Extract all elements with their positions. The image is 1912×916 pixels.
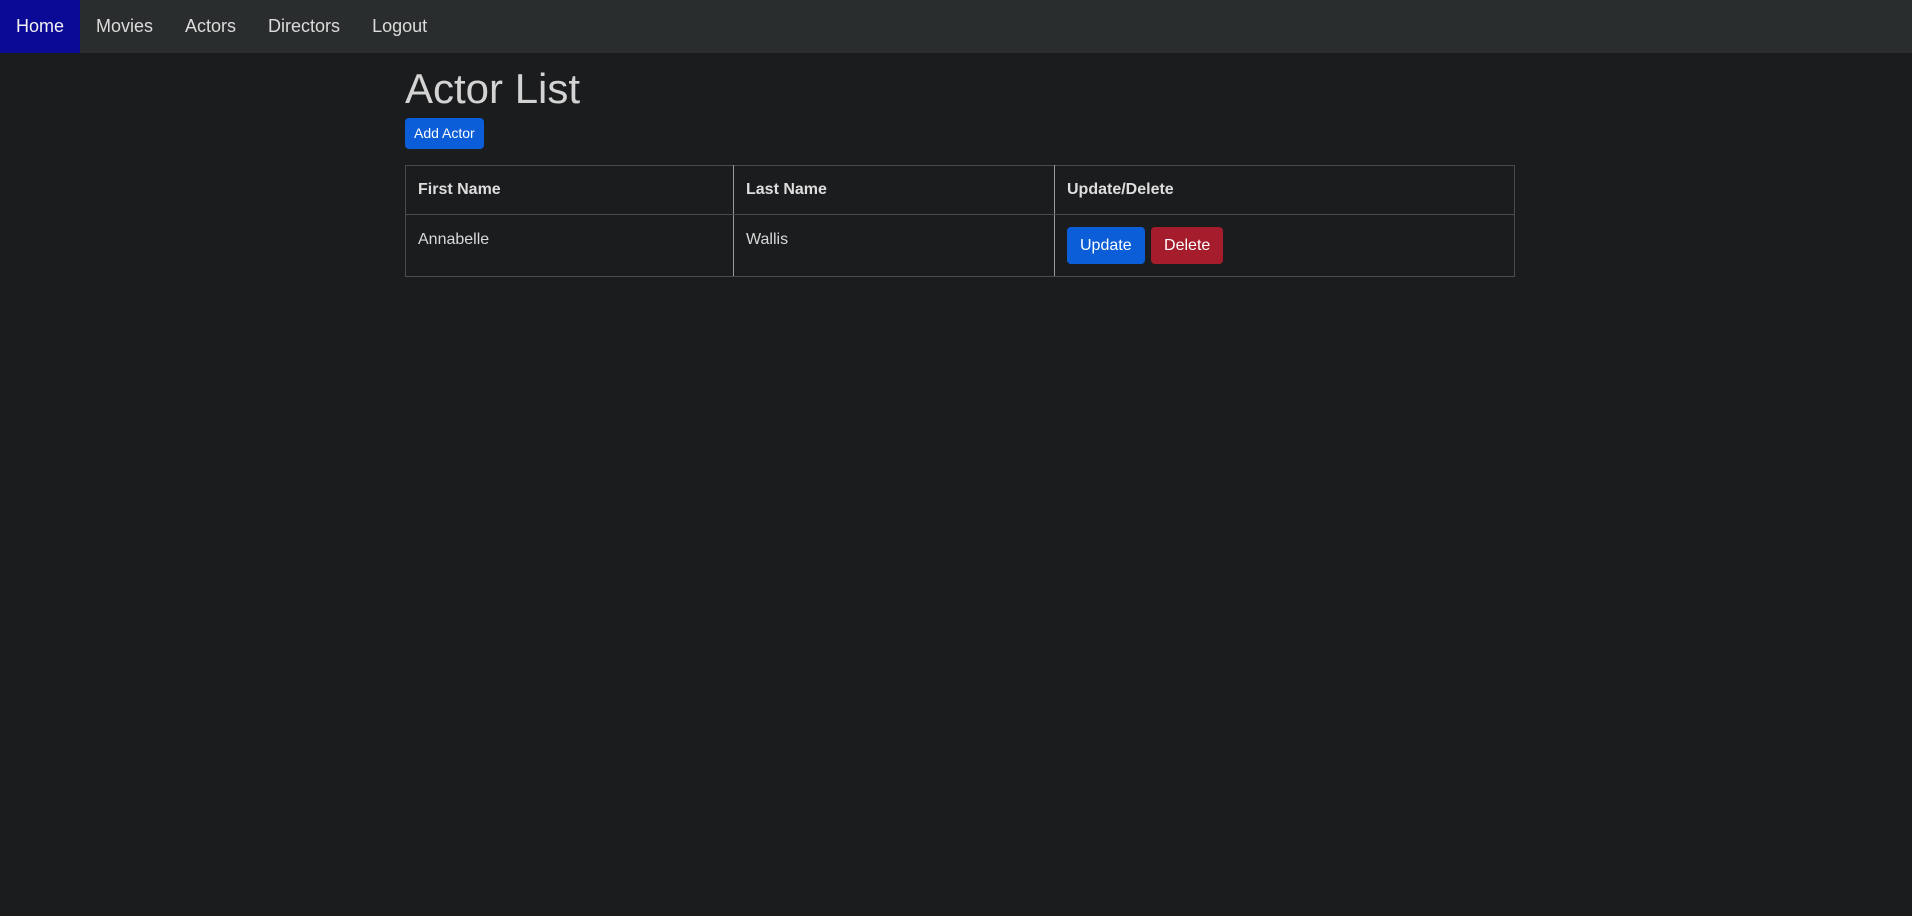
header-first-name: First Name bbox=[405, 165, 734, 216]
table-row: Annabelle Wallis Update Delete bbox=[405, 214, 1515, 278]
cell-last-name: Wallis bbox=[733, 214, 1055, 278]
cell-first-name: Annabelle bbox=[405, 214, 734, 278]
add-actor-button[interactable]: Add Actor bbox=[405, 118, 484, 150]
nav-actors[interactable]: Actors bbox=[169, 0, 252, 53]
cell-actions: Update Delete bbox=[1054, 214, 1515, 278]
main-content: Actor List Add Actor First Name Last Nam… bbox=[405, 53, 1515, 278]
nav-logout[interactable]: Logout bbox=[356, 0, 443, 53]
table-header-row: First Name Last Name Update/Delete bbox=[405, 165, 1515, 216]
page-title: Actor List bbox=[405, 65, 581, 112]
header-last-name: Last Name bbox=[733, 165, 1055, 216]
nav-movies[interactable]: Movies bbox=[80, 0, 169, 53]
nav-directors[interactable]: Directors bbox=[252, 0, 356, 53]
top-navbar: Home Movies Actors Directors Logout bbox=[0, 0, 1912, 53]
nav-home[interactable]: Home bbox=[0, 0, 81, 53]
actor-table: First Name Last Name Update/Delete Annab… bbox=[405, 165, 1515, 278]
header-update-delete: Update/Delete bbox=[1054, 165, 1515, 216]
update-button[interactable]: Update bbox=[1067, 227, 1145, 265]
delete-button[interactable]: Delete bbox=[1151, 227, 1224, 265]
